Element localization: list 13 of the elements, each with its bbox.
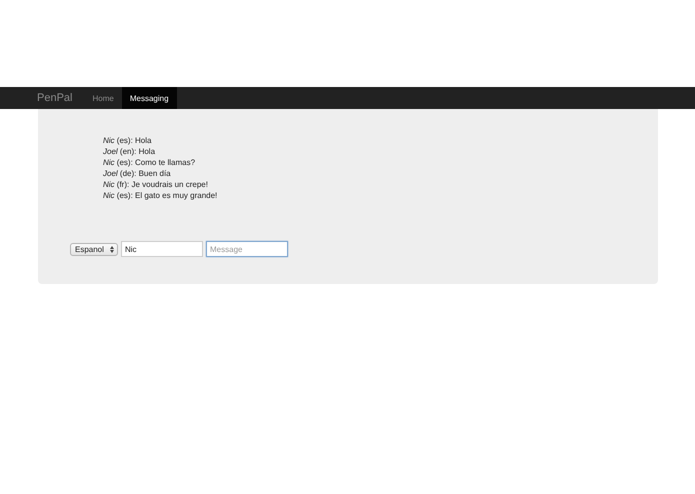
message-field[interactable]: Message	[206, 241, 288, 257]
chat-message: Nic (es): Como te llamas?	[103, 157, 196, 168]
chat-message: Nic (fr): Je voudrais un crepe!	[103, 179, 209, 190]
updown-caret-icon	[110, 246, 114, 252]
nav-link[interactable]: Messaging	[122, 87, 177, 109]
chat-message: Joel (en): Hola	[103, 146, 156, 157]
chat-message: Nic (es): Hola	[103, 135, 152, 146]
nav-link[interactable]: Home	[84, 87, 122, 109]
chat-message: Nic (es): El gato es muy grande!	[103, 190, 218, 201]
language-select[interactable]: Espanol	[70, 242, 118, 256]
brand-name: PenPal	[37, 91, 72, 106]
name-field[interactable]: Nic	[121, 241, 203, 257]
chat-message: Joel (de): Buen día	[103, 168, 172, 179]
